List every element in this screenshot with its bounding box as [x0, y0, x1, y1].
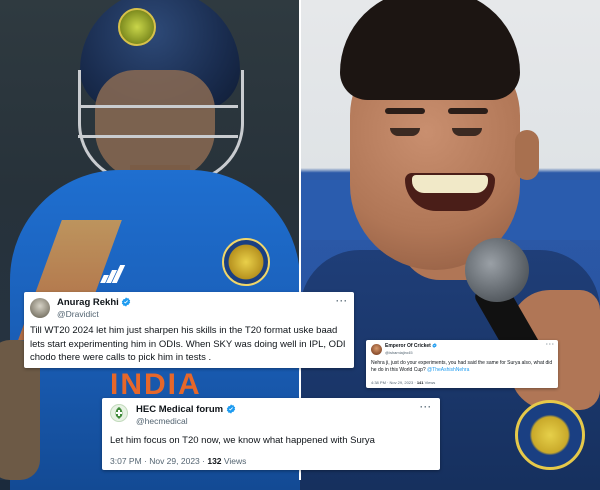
- author-name-text[interactable]: HEC Medical forum: [136, 404, 223, 415]
- tweet-author-handle[interactable]: @ishamiajiro45: [385, 350, 413, 355]
- view-count: 132: [207, 456, 222, 466]
- tweet-timestamp[interactable]: 3:07 PM · Nov 29, 2023 ·: [110, 456, 205, 466]
- hec-logo-icon: [115, 407, 123, 419]
- tweet-text: Let him focus on T20 now, we know what h…: [110, 435, 375, 446]
- verified-badge-icon: [226, 404, 235, 415]
- tweet-author-name[interactable]: HEC Medical forum: [136, 404, 236, 415]
- more-options-icon[interactable]: ···: [546, 342, 555, 348]
- bcci-crest-icon: [515, 400, 585, 470]
- view-count: 141: [416, 380, 424, 385]
- eye: [452, 128, 482, 136]
- views-label: Views: [223, 456, 247, 466]
- tweet-meta: 3:07 PM · Nov 29, 2023 · 132 Views: [110, 456, 246, 466]
- bcci-crest-icon: [222, 238, 270, 286]
- avatar[interactable]: [371, 344, 382, 355]
- teeth: [412, 175, 488, 193]
- tweet-author-name[interactable]: Anurag Rekhi: [57, 297, 131, 308]
- avatar[interactable]: [30, 298, 50, 318]
- verified-badge-icon: [122, 297, 131, 308]
- tweet-timestamp[interactable]: 4:38 PM · Nov 29, 2023 ·: [371, 380, 416, 385]
- ear: [515, 130, 539, 180]
- jersey-chest-text: INDIA: [110, 368, 202, 401]
- tweet-author-name[interactable]: Emperor Of Cricket: [385, 343, 437, 349]
- tweet-text: Nehra ji, just do your experiments, you …: [371, 360, 555, 374]
- helmet-grille-bar: [78, 135, 238, 138]
- views-label: Views: [424, 380, 436, 385]
- mention-link[interactable]: @TheAshishNehra: [427, 367, 469, 373]
- microphone-icon: [465, 238, 529, 302]
- eyebrow: [448, 108, 488, 114]
- hair: [340, 0, 520, 100]
- author-name-text[interactable]: Emperor Of Cricket: [385, 343, 431, 349]
- avatar[interactable]: [110, 404, 128, 422]
- tweet-card-emperor-of-cricket[interactable]: Emperor Of Cricket @ishamiajiro45 ··· Ne…: [366, 340, 558, 388]
- tweet-author-handle[interactable]: @Dravidict: [57, 309, 99, 319]
- more-options-icon[interactable]: ···: [420, 402, 432, 412]
- eye: [390, 128, 420, 136]
- verified-badge-icon: [432, 343, 437, 348]
- adidas-logo-icon: [100, 263, 126, 283]
- eyebrow: [385, 108, 425, 114]
- tweet-card-hec-medical-forum[interactable]: HEC Medical forum @hecmedical ··· Let hi…: [102, 398, 440, 470]
- helmet-badge-icon: [118, 8, 156, 46]
- tweet-text: Till WT20 2024 let him just sharpen his …: [30, 325, 346, 363]
- tweet-meta: 4:38 PM · Nov 29, 2023 · 141 Views: [371, 380, 435, 385]
- helmet-grille-bar: [78, 105, 238, 108]
- more-options-icon[interactable]: ···: [336, 296, 348, 306]
- author-name-text[interactable]: Anurag Rekhi: [57, 297, 119, 308]
- tweet-author-handle[interactable]: @hecmedical: [136, 416, 188, 426]
- tweet-card-anurag-rekhi[interactable]: Anurag Rekhi @Dravidict ··· Till WT20 20…: [24, 292, 354, 368]
